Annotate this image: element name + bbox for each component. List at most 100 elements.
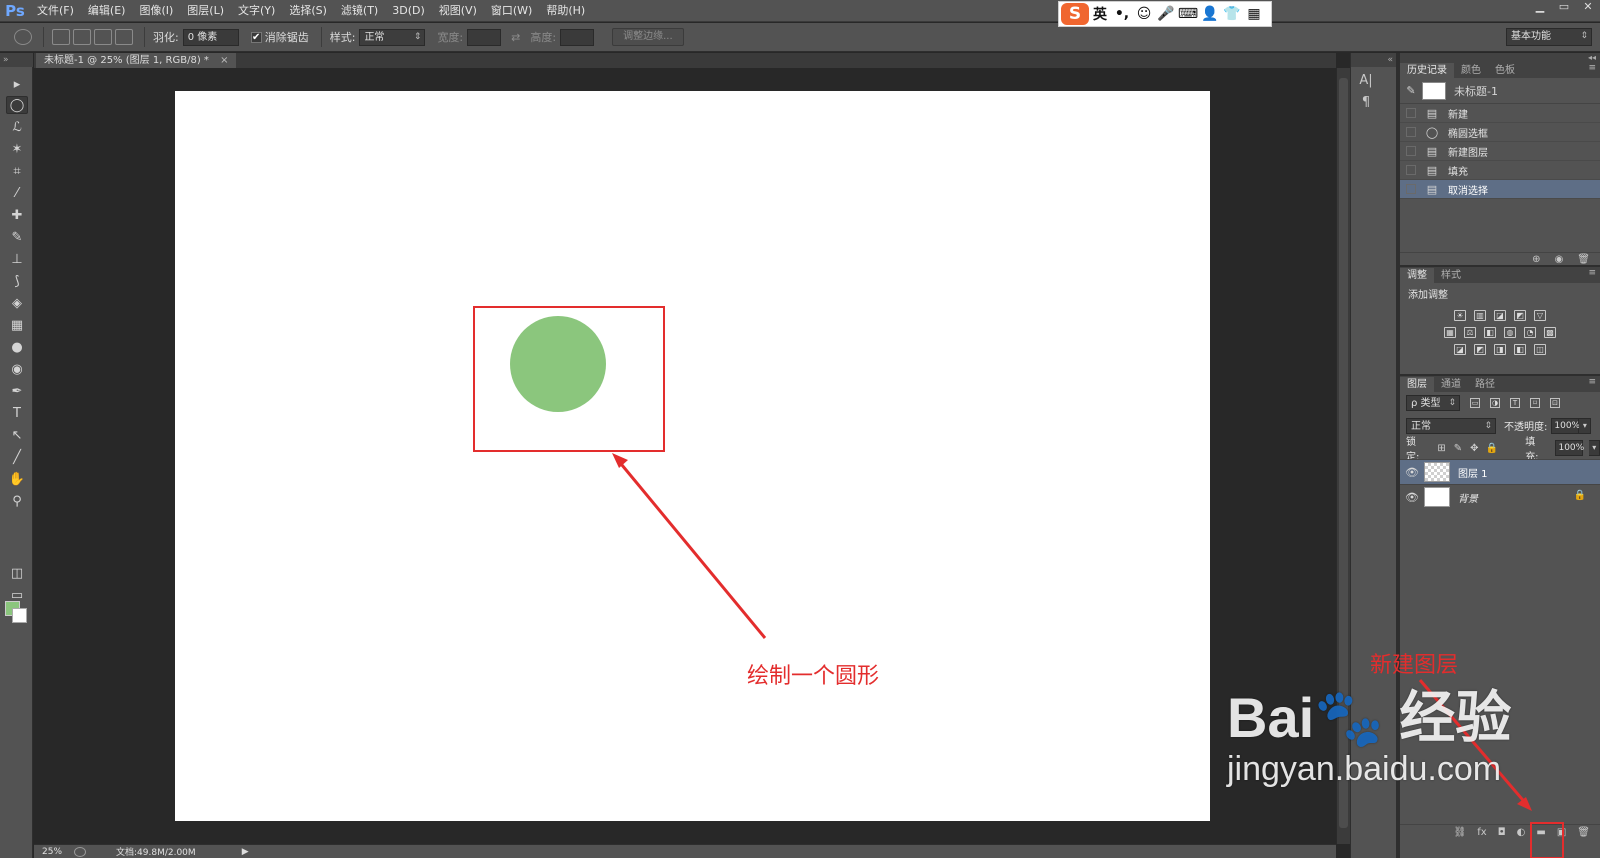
layer-name[interactable]: 图层 1 <box>1458 465 1488 480</box>
new-layer-icon[interactable]: ▣ <box>1557 827 1566 838</box>
tab-styles[interactable]: 样式 <box>1434 268 1468 283</box>
menu-type[interactable]: 文字(Y) <box>231 0 282 22</box>
opacity-input[interactable]: 100% <box>1551 417 1580 434</box>
background-color-swatch[interactable] <box>12 608 27 623</box>
line-tool-icon[interactable]: ╱ <box>6 448 28 466</box>
layer-filter-kind-select[interactable]: ρ 类型 <box>1406 395 1460 411</box>
document-tab[interactable]: 未标题-1 @ 25% (图层 1, RGB/8) * × <box>36 53 237 68</box>
paragraph-panel-icon[interactable]: ¶ <box>1351 95 1381 115</box>
width-input[interactable] <box>467 28 502 46</box>
menu-file[interactable]: 文件(F) <box>30 0 81 22</box>
history-source-box[interactable] <box>1406 184 1416 194</box>
keyboard-icon[interactable]: ⌨ <box>1177 6 1199 22</box>
menu-select[interactable]: 选择(S) <box>282 0 334 22</box>
eyedropper-tool-icon[interactable]: ⁄ <box>6 184 28 202</box>
history-item[interactable]: ▤ 新建 <box>1400 104 1600 123</box>
history-source-box[interactable] <box>1406 108 1416 118</box>
fill-dropdown-icon[interactable]: ▾ <box>1589 440 1600 456</box>
exposure-icon[interactable]: ◩ <box>1514 310 1526 321</box>
tab-swatches[interactable]: 色板 <box>1488 63 1522 78</box>
fill-input[interactable]: 100% <box>1555 440 1584 456</box>
move-tool-icon[interactable]: ▸ <box>6 75 28 93</box>
pen-tool-icon[interactable]: ✒ <box>6 382 28 400</box>
history-brush-source-icon[interactable]: ✎ <box>1400 84 1422 97</box>
curves-icon[interactable]: ◪ <box>1494 310 1506 321</box>
document-canvas[interactable] <box>175 91 1210 821</box>
crop-tool-icon[interactable]: ⌗ <box>6 162 28 180</box>
intersect-selection-icon[interactable] <box>115 29 133 45</box>
panel-collapse[interactable]: ◂◂ <box>1400 53 1600 62</box>
tab-history[interactable]: 历史记录 <box>1400 63 1454 78</box>
dodge-tool-icon[interactable]: ◉ <box>6 360 28 378</box>
magic-wand-tool-icon[interactable]: ✶ <box>6 140 28 158</box>
menu-layer[interactable]: 图层(L) <box>180 0 231 22</box>
filter-adjustment-icon[interactable]: ◑ <box>1490 398 1500 408</box>
screen-mode-icon[interactable]: ▭ <box>6 586 28 604</box>
add-mask-icon[interactable]: ◘ <box>1498 827 1506 838</box>
menu-window[interactable]: 窗口(W) <box>484 0 539 22</box>
menu-view[interactable]: 视图(V) <box>432 0 484 22</box>
lock-position-icon[interactable]: ✥ <box>1469 443 1479 454</box>
brush-tool-icon[interactable]: ✎ <box>6 228 28 246</box>
emoji-icon[interactable]: ☺ <box>1133 6 1155 22</box>
subtract-selection-icon[interactable] <box>94 29 112 45</box>
user-icon[interactable]: 👤 <box>1199 6 1221 22</box>
tab-channels[interactable]: 通道 <box>1434 377 1468 392</box>
refine-edge-button[interactable]: 调整边缘... <box>612 28 684 46</box>
trash-icon[interactable]: 🗑 <box>1577 827 1590 838</box>
channel-mixer-icon[interactable]: ◔ <box>1524 327 1536 338</box>
lock-transparent-pixels-icon[interactable]: ⊞ <box>1436 443 1446 454</box>
layer-name[interactable]: 背景 <box>1458 490 1478 505</box>
minimize-button[interactable]: ▁ <box>1528 0 1552 16</box>
layer-row-layer-1[interactable]: 👁 图层 1 <box>1400 459 1600 484</box>
height-input[interactable] <box>560 28 595 46</box>
history-source-box[interactable] <box>1406 165 1416 175</box>
history-item-selected[interactable]: ▤ 取消选择 <box>1400 180 1600 199</box>
ime-language-toggle[interactable]: 英 <box>1089 4 1111 24</box>
menu-filter[interactable]: 滤镜(T) <box>334 0 385 22</box>
eye-icon[interactable]: 👁 <box>1400 466 1424 479</box>
filter-smart-object-icon[interactable]: ⊡ <box>1550 398 1560 408</box>
healing-brush-tool-icon[interactable]: ✚ <box>6 206 28 224</box>
filter-type-icon[interactable]: T <box>1510 398 1520 408</box>
skin-icon[interactable]: 👕 <box>1221 6 1243 22</box>
panel-menu-icon[interactable]: ≡ <box>1588 268 1596 278</box>
history-snapshot[interactable]: ✎ 未标题-1 <box>1400 78 1600 104</box>
hand-tool-icon[interactable]: ✋ <box>6 470 28 488</box>
lock-image-pixels-icon[interactable]: ✎ <box>1453 443 1463 454</box>
microphone-icon[interactable]: 🎤 <box>1155 6 1177 22</box>
eraser-tool-icon[interactable]: ◈ <box>6 294 28 312</box>
hue-saturation-icon[interactable]: ▦ <box>1444 327 1456 338</box>
history-item[interactable]: ◯ 椭圆选框 <box>1400 123 1600 142</box>
menu-edit[interactable]: 编辑(E) <box>81 0 133 22</box>
menu-image[interactable]: 图像(I) <box>132 0 180 22</box>
tab-layers[interactable]: 图层 <box>1400 377 1434 392</box>
history-item[interactable]: ▤ 新建图层 <box>1400 142 1600 161</box>
antialias-checkbox[interactable]: ✔ <box>250 31 262 43</box>
panel-menu-icon[interactable]: ≡ <box>1588 63 1596 73</box>
toolbar-collapse[interactable]: » <box>0 53 33 67</box>
layer-row-background[interactable]: 👁 背景 🔒 <box>1400 484 1600 509</box>
swap-icon[interactable]: ⇄ <box>511 31 520 44</box>
new-selection-icon[interactable] <box>52 29 70 45</box>
gradient-tool-icon[interactable]: ▦ <box>6 316 28 334</box>
brightness-icon[interactable]: ☀ <box>1454 310 1466 321</box>
close-button[interactable]: ✕ <box>1576 0 1600 16</box>
character-panel-icon[interactable]: A| <box>1351 73 1381 93</box>
camera-snapshot-icon[interactable]: ◉ <box>1555 254 1564 265</box>
tool-preset-icon[interactable] <box>14 29 32 45</box>
gradient-map-icon[interactable]: ◫ <box>1534 344 1546 355</box>
link-layers-icon[interactable]: ⛓ <box>1454 827 1467 838</box>
apps-grid-icon[interactable]: ▦ <box>1243 6 1265 22</box>
color-lookup-icon[interactable]: ▩ <box>1544 327 1556 338</box>
tab-paths[interactable]: 路径 <box>1468 377 1502 392</box>
opacity-dropdown-icon[interactable]: ▾ <box>1579 417 1592 434</box>
layer-style-icon[interactable]: fx <box>1477 827 1486 838</box>
new-group-icon[interactable]: ▬ <box>1536 827 1545 838</box>
type-tool-icon[interactable]: T <box>6 404 28 422</box>
threshold-icon[interactable]: ◨ <box>1494 344 1506 355</box>
eye-icon[interactable]: 👁 <box>1400 491 1424 504</box>
history-source-box[interactable] <box>1406 146 1416 156</box>
black-white-icon[interactable]: ◧ <box>1484 327 1496 338</box>
feather-input[interactable]: 0 像素 <box>182 28 239 46</box>
